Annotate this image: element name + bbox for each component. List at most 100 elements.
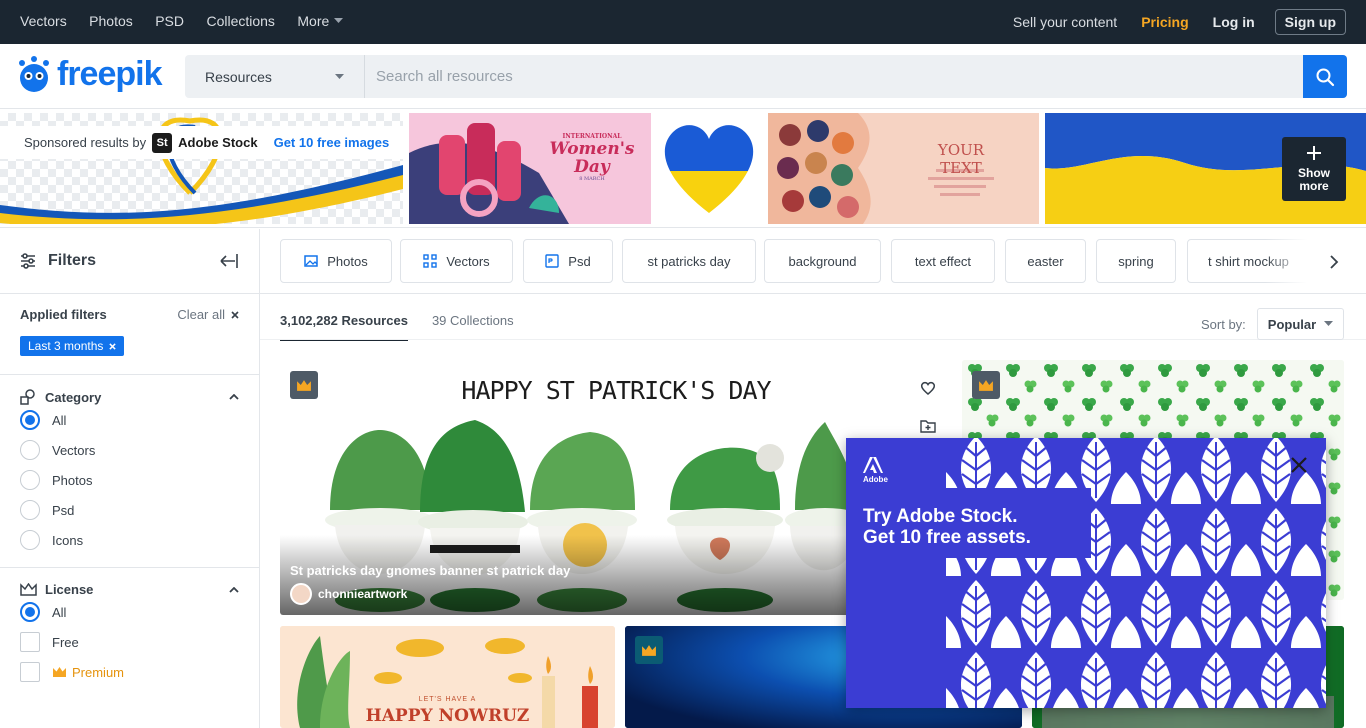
- sell-content-link[interactable]: Sell your content: [1013, 14, 1117, 30]
- license-option-all[interactable]: All: [20, 597, 239, 627]
- pricing-link[interactable]: Pricing: [1141, 14, 1188, 30]
- license-section: License All Free Premium: [0, 568, 259, 699]
- sort-select[interactable]: Popular: [1256, 308, 1344, 340]
- chevron-right-icon[interactable]: [1329, 255, 1339, 269]
- filters-sidebar: Filters Applied filters Clear all Last 3…: [0, 229, 260, 728]
- search-input[interactable]: [365, 55, 1303, 98]
- license-header[interactable]: License: [20, 582, 239, 597]
- tab-collections[interactable]: 39 Collections: [432, 313, 514, 341]
- chevron-up-icon: [229, 586, 239, 593]
- filters-header: Filters: [0, 229, 259, 294]
- crown-icon: [642, 644, 656, 656]
- tag-photos[interactable]: Photos: [280, 239, 392, 283]
- tags-fade: [1265, 239, 1325, 283]
- result-card-happy-nowruz[interactable]: LET'S HAVE A HAPPY NOWRUZ: [280, 626, 615, 728]
- radio[interactable]: [20, 470, 40, 490]
- category-option-vectors[interactable]: Vectors: [20, 435, 239, 465]
- radio[interactable]: [20, 440, 40, 460]
- category-option-psd[interactable]: Psd: [20, 495, 239, 525]
- card-author[interactable]: chonnieartwork: [290, 583, 407, 605]
- sponsored-image-ukraine-heart[interactable]: [657, 113, 762, 224]
- avatar: [290, 583, 312, 605]
- popup-headline: Try Adobe Stock. Get 10 free assets.: [863, 506, 1083, 548]
- resource-type-select[interactable]: Resources: [185, 55, 365, 98]
- like-button[interactable]: [918, 378, 938, 398]
- tag-spring[interactable]: spring: [1096, 239, 1176, 283]
- filter-chip-last-3-months[interactable]: Last 3 months: [20, 336, 125, 356]
- license-option-premium[interactable]: Premium: [20, 657, 239, 687]
- tag-label: text effect: [914, 253, 972, 269]
- checkbox[interactable]: [20, 662, 40, 682]
- show-more-button[interactable]: Show more: [1282, 137, 1346, 201]
- chevron-down-icon: [334, 18, 344, 23]
- premium-badge: [290, 371, 318, 399]
- license-title-group: License: [20, 582, 93, 597]
- nav-photos[interactable]: Photos: [89, 13, 133, 29]
- collapse-sidebar-icon[interactable]: [219, 253, 239, 269]
- nav-psd[interactable]: PSD: [155, 13, 184, 29]
- leaf-pattern: [846, 438, 1326, 708]
- nav-vectors[interactable]: Vectors: [20, 13, 67, 29]
- close-icon[interactable]: [1290, 456, 1308, 474]
- sliders-icon: [21, 253, 35, 269]
- nav-more[interactable]: More: [297, 13, 344, 29]
- sponsored-image-women-profile[interactable]: YOUR TEXT: [768, 113, 1039, 224]
- category-option-all[interactable]: All: [20, 405, 239, 435]
- radio-selected[interactable]: [20, 410, 40, 430]
- category-option-photos[interactable]: Photos: [20, 465, 239, 495]
- nav-collections[interactable]: Collections: [206, 13, 274, 29]
- freepik-logo[interactable]: freepik: [14, 54, 162, 94]
- nav-more-label: More: [297, 13, 330, 29]
- tag-vectors[interactable]: Vectors: [400, 239, 513, 283]
- sponsored-image-womens-day[interactable]: INTERNATIONAL Women's Day 8 MARCH: [409, 113, 651, 224]
- tag-label: easter: [1027, 253, 1064, 269]
- sponsored-text: Sponsored results by: [24, 135, 147, 150]
- tag-label: spring: [1118, 253, 1154, 269]
- login-link[interactable]: Log in: [1213, 14, 1255, 30]
- psd-file-icon: [545, 254, 559, 268]
- sort-value: Popular: [1267, 316, 1317, 332]
- tag-psd[interactable]: Psd: [523, 239, 613, 283]
- radio-selected[interactable]: [20, 602, 40, 622]
- premium-label-group: Premium: [52, 665, 124, 680]
- applied-filters-row: Applied filters Clear all: [20, 307, 239, 322]
- close-icon[interactable]: [109, 342, 117, 350]
- tab-resources[interactable]: 3,102,282 Resources: [280, 313, 408, 341]
- category-header[interactable]: Category: [20, 389, 239, 405]
- chevron-down-icon: [335, 73, 344, 79]
- search-button[interactable]: [1303, 55, 1347, 98]
- show-more-label: Show more: [1298, 166, 1330, 193]
- tag-st-patricks-day[interactable]: st patricks day: [622, 239, 756, 283]
- radio[interactable]: [20, 530, 40, 550]
- chevron-down-icon: [1323, 321, 1333, 326]
- logo-text: freepik: [57, 55, 162, 93]
- plus-icon: [1307, 146, 1321, 160]
- clear-all-button[interactable]: Clear all: [177, 307, 239, 322]
- tag-text-effect[interactable]: text effect: [891, 239, 995, 283]
- license-option-free[interactable]: Free: [20, 627, 239, 657]
- tag-background[interactable]: background: [764, 239, 881, 283]
- get-free-images-link[interactable]: Get 10 free images: [274, 135, 390, 150]
- filters-title: Filters: [48, 252, 97, 269]
- option-label: Psd: [52, 502, 75, 518]
- category-option-icons[interactable]: Icons: [20, 525, 239, 555]
- adobe-stock-popup-ad[interactable]: Adobe Try Adobe Stock. Get 10 free asset…: [846, 438, 1326, 708]
- nowruz-heading: HAPPY NOWRUZ: [365, 706, 530, 726]
- clear-all-label: Clear all: [177, 307, 225, 322]
- adobe-logo: Adobe: [863, 457, 888, 484]
- checkbox[interactable]: [20, 632, 40, 652]
- tag-easter[interactable]: easter: [1005, 239, 1086, 283]
- radio[interactable]: [20, 500, 40, 520]
- chevron-up-icon: [229, 394, 239, 400]
- signup-button[interactable]: Sign up: [1274, 9, 1346, 35]
- category-title: Category: [45, 389, 102, 405]
- ukraine-heart-graphic: [664, 125, 754, 213]
- sponsored-image-ribbon[interactable]: Sponsored results by St Adobe Stock Get …: [0, 113, 403, 224]
- card-heading-text: HAPPY ST PATRICK'S DAY: [461, 376, 771, 405]
- option-label: Free: [52, 634, 79, 650]
- tag-label: background: [788, 253, 857, 269]
- crown-icon: [297, 379, 311, 391]
- premium-badge: [635, 636, 663, 664]
- card-title[interactable]: St patricks day gnomes banner st patrick…: [290, 563, 570, 578]
- save-to-collection-button[interactable]: [918, 416, 938, 436]
